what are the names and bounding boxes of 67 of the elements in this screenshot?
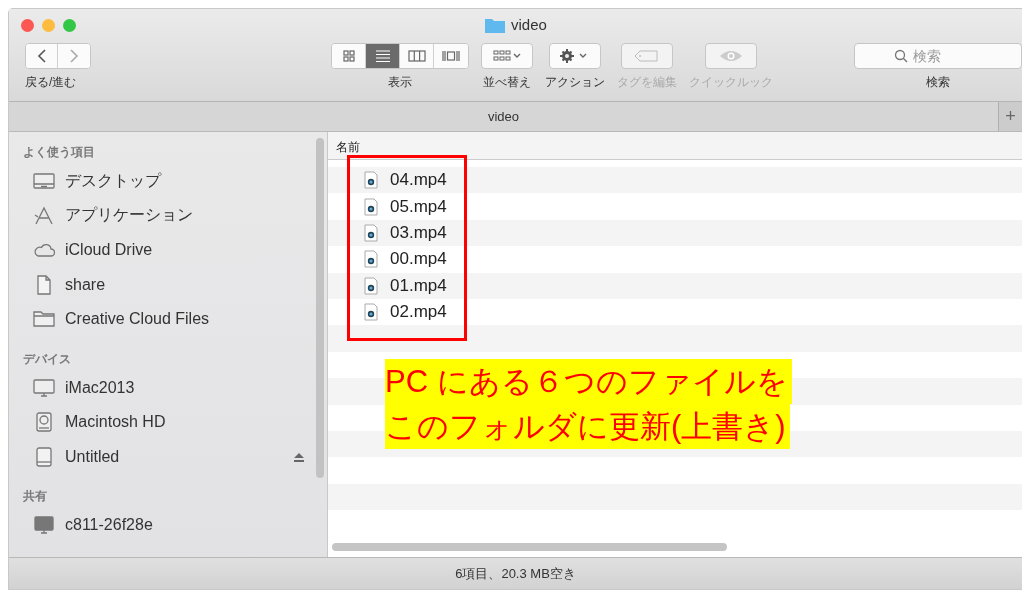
sidebar-item[interactable]: Creative Cloud Files (9, 302, 327, 337)
sidebar-item[interactable]: Macintosh HD (9, 405, 327, 440)
folder-icon (485, 16, 505, 33)
video-file-icon (364, 197, 378, 216)
scrollbar[interactable] (332, 543, 727, 551)
sidebar-heading: デバイス (22, 350, 72, 368)
search-field[interactable]: 検索 (854, 43, 1022, 69)
grid-icon (492, 49, 522, 63)
sidebar-item[interactable]: iMac2013 (9, 370, 327, 405)
view-mode-button[interactable] (332, 44, 366, 68)
compass-icon (33, 205, 55, 226)
window-title: video (511, 16, 547, 33)
column-header[interactable]: 名前 (336, 140, 360, 154)
monitor-icon (33, 171, 55, 192)
drive-icon (33, 446, 55, 467)
tag-button[interactable] (621, 43, 673, 69)
view-mode-button[interactable] (366, 44, 400, 68)
minimize-button[interactable] (42, 18, 55, 32)
video-file-icon (364, 303, 378, 322)
new-tab-button[interactable]: + (998, 102, 1022, 131)
columns-icon (406, 49, 427, 63)
toolbar-label: 表示 (388, 74, 412, 91)
scrollbar[interactable] (316, 138, 324, 478)
video-file-icon (364, 250, 378, 269)
tag-icon (634, 49, 660, 63)
eye-icon (718, 49, 744, 63)
video-file-icon (364, 171, 378, 190)
sidebar-item[interactable]: デスクトップ (9, 164, 327, 199)
gear-button[interactable] (549, 43, 601, 69)
folder-icon (33, 309, 55, 330)
search-icon (894, 49, 908, 63)
sidebar-heading: よく使う項目 (22, 144, 96, 161)
annotation-text: このフォルダに更新(上書き) (385, 404, 790, 449)
sidebar-item[interactable]: Untitled (9, 439, 327, 474)
sidebar-item[interactable]: c811-26f28e (9, 508, 327, 543)
hard-drive-icon (33, 412, 55, 433)
sidebar-item[interactable]: アプリケーション (9, 198, 327, 233)
eject-icon[interactable] (293, 450, 305, 463)
chevron-left-icon (36, 49, 47, 63)
toolbar-label: 検索 (926, 74, 950, 91)
annotation-text: PC にある６つのファイルを (385, 359, 792, 404)
sidebar-item[interactable]: iCloud Drive (9, 233, 327, 268)
video-file-icon (364, 223, 378, 242)
tab[interactable]: video (9, 102, 998, 131)
view-mode-button[interactable] (434, 44, 468, 68)
status-text: 6項目、20.3 MB空き (455, 566, 576, 581)
file-row[interactable]: 04.mp4 (328, 167, 1022, 194)
file-row[interactable]: 01.mp4 (328, 272, 1022, 299)
eye-button[interactable] (705, 43, 757, 69)
zoom-button[interactable] (63, 18, 76, 32)
file-row[interactable]: 03.mp4 (328, 219, 1022, 247)
sidebar-heading: 共有 (22, 488, 48, 505)
cover-flow-icon (441, 49, 461, 63)
view-mode-button[interactable] (400, 44, 434, 68)
forward-button[interactable] (58, 44, 90, 68)
back-button[interactable] (26, 44, 58, 68)
chevron-right-icon (69, 49, 79, 63)
toolbar-label: アクション (545, 74, 605, 91)
monitor-icon (33, 515, 55, 536)
sort-button[interactable] (481, 43, 533, 69)
toolbar-label: 戻る/進む (25, 74, 77, 91)
monitor-icon (33, 377, 55, 398)
close-button[interactable] (21, 18, 34, 32)
video-file-icon (364, 276, 378, 295)
view-switcher[interactable] (331, 43, 469, 69)
toolbar-label: 並べ替え (483, 74, 531, 91)
sidebar-item[interactable]: share (9, 267, 327, 302)
